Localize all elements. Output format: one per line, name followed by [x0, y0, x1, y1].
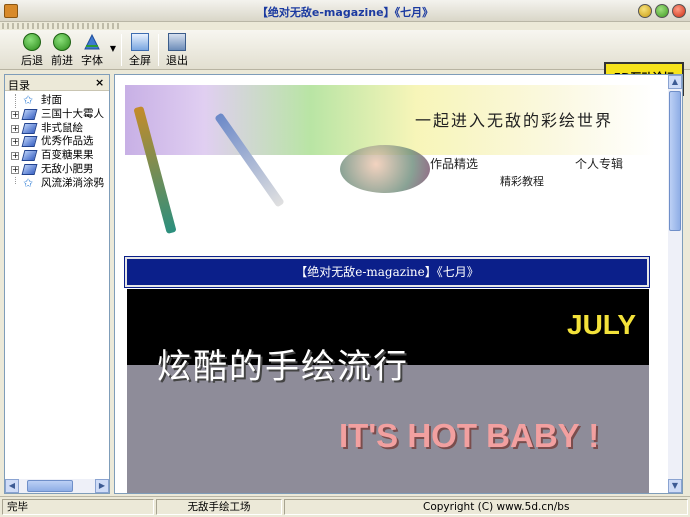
scroll-down-arrow-icon[interactable]: ▼	[668, 479, 682, 493]
toc-item-label: 优秀作品选	[41, 135, 94, 148]
book-icon	[21, 150, 38, 162]
forward-label: 前进	[51, 54, 73, 67]
hero-subheadline: IT'S HOT BABY !	[339, 417, 600, 454]
hero-month: JULY	[567, 309, 637, 340]
close-icon[interactable]: ×	[95, 76, 104, 89]
toc-item-label: 风流涕淌涂鸦	[41, 176, 104, 189]
content-pane: 一起进入无敌的彩绘世界 作品精选 精彩教程 个人专辑 【绝对无敌e-magazi…	[114, 74, 683, 494]
banner-link-albums[interactable]: 个人专辑	[575, 155, 623, 172]
expand-icon[interactable]: +	[11, 152, 19, 161]
page-star-icon: ✩	[23, 175, 34, 190]
back-button[interactable]: 后退	[18, 33, 46, 67]
fullscreen-label: 全屏	[129, 54, 151, 67]
expand-icon[interactable]: +	[11, 138, 19, 147]
exit-button[interactable]: 退出	[163, 33, 191, 67]
toc-item-youxiu[interactable]: + 优秀作品选	[5, 135, 109, 149]
expand-icon[interactable]: +	[11, 165, 19, 174]
tree-line	[15, 94, 16, 108]
toolbar-separator	[121, 34, 122, 66]
toolbar-separator	[158, 34, 159, 66]
exit-label: 退出	[166, 54, 188, 67]
forward-arrow-icon	[53, 33, 71, 51]
book-icon	[21, 108, 38, 120]
close-window-button[interactable]	[672, 4, 686, 18]
status-bar: 完毕 无敌手绘工场 Copyright (C) www.5d.cn/bs	[0, 496, 690, 517]
banner-link-tutorials[interactable]: 精彩教程	[500, 173, 544, 189]
hero-headline: 炫酷的手绘流行	[157, 347, 409, 387]
toc-item-wudi[interactable]: + 无敌小肥男	[5, 163, 109, 177]
status-site: 无敌手绘工场	[156, 499, 282, 515]
forward-button[interactable]: 前进	[48, 33, 76, 67]
title-bar[interactable]: 【绝对无敌e-magazine】《七月》	[0, 0, 690, 22]
toc-item-sanguo[interactable]: + 三国十大霉人	[5, 108, 109, 122]
toolbar: 后退 前进 字体 ▼ 全屏 退出 5D互动论坛	[0, 30, 690, 96]
toc-item-baibian[interactable]: + 百变糖果果	[5, 149, 109, 163]
page-star-icon: ✩	[23, 93, 34, 107]
scroll-right-arrow-icon[interactable]: ▶	[95, 479, 109, 493]
exit-door-icon	[168, 33, 186, 51]
scroll-up-arrow-icon[interactable]: ▲	[668, 75, 682, 89]
scrollbar-thumb[interactable]	[27, 480, 73, 492]
book-icon	[21, 122, 38, 134]
toc-item-label: 封面	[41, 94, 62, 106]
minimize-button[interactable]	[638, 4, 652, 18]
book-icon	[21, 136, 38, 148]
magazine-title-bar: 【绝对无敌e-magazine】《七月》	[124, 256, 650, 288]
toc-item-label: 无敌小肥男	[41, 162, 94, 175]
expand-icon[interactable]: +	[11, 124, 19, 133]
toc-sidebar: 目录 × ✩ 封面 + 三国十大霉人 + 非式鼠絵 + 优秀作品选 + 百变糖果…	[4, 74, 110, 494]
toc-item-label: 非式鼠絵	[41, 121, 83, 134]
book-icon	[21, 163, 38, 175]
status-state: 完毕	[2, 499, 154, 515]
expand-icon[interactable]: +	[11, 110, 19, 119]
toc-item-cover[interactable]: ✩ 封面	[5, 94, 109, 108]
scroll-left-arrow-icon[interactable]: ◀	[5, 479, 19, 493]
status-copyright: Copyright (C) www.5d.cn/bs	[284, 499, 688, 515]
scrollbar-thumb[interactable]	[669, 91, 681, 231]
toc-tree: ✩ 封面 + 三国十大霉人 + 非式鼠絵 + 优秀作品选 + 百变糖果果 + 无…	[5, 94, 109, 191]
toolbar-grip[interactable]	[2, 23, 122, 29]
toc-item-feishi[interactable]: + 非式鼠絵	[5, 122, 109, 136]
sidebar-title: 目录	[8, 79, 30, 92]
toc-item-label: 三国十大霉人	[41, 107, 104, 120]
banner-link-works[interactable]: 作品精选	[430, 155, 478, 172]
fullscreen-icon	[131, 33, 149, 51]
font-button[interactable]: 字体	[79, 33, 105, 67]
banner-tagline: 一起进入无敌的彩绘世界	[415, 111, 614, 130]
hero-image: JULY 炫酷的手绘流行 IT'S HOT BABY !	[127, 289, 649, 493]
back-label: 后退	[21, 54, 43, 67]
maximize-button[interactable]	[655, 4, 669, 18]
sidebar-header: 目录 ×	[5, 75, 109, 92]
window-title: 【绝对无敌e-magazine】《七月》	[256, 6, 434, 19]
back-arrow-icon	[23, 33, 41, 51]
teapot-art	[340, 145, 430, 193]
toc-item-fengliu[interactable]: ✩ 风流涕淌涂鸦	[5, 175, 109, 191]
app-window: 【绝对无敌e-magazine】《七月》 后退 前进 字体 ▼ 全屏 退出 目录…	[0, 0, 690, 517]
toc-item-label: 百变糖果果	[41, 149, 94, 162]
tree-line	[15, 176, 16, 184]
content-vertical-scrollbar[interactable]: ▲ ▼	[668, 75, 682, 493]
sidebar-horizontal-scrollbar[interactable]: ◀ ▶	[5, 479, 109, 493]
magazine-banner: 一起进入无敌的彩绘世界 作品精选 精彩教程 个人专辑	[125, 85, 655, 250]
fullscreen-button[interactable]: 全屏	[126, 33, 154, 67]
font-label: 字体	[81, 54, 103, 67]
font-dropdown-arrow-icon[interactable]: ▼	[108, 44, 118, 78]
font-icon	[83, 33, 101, 51]
